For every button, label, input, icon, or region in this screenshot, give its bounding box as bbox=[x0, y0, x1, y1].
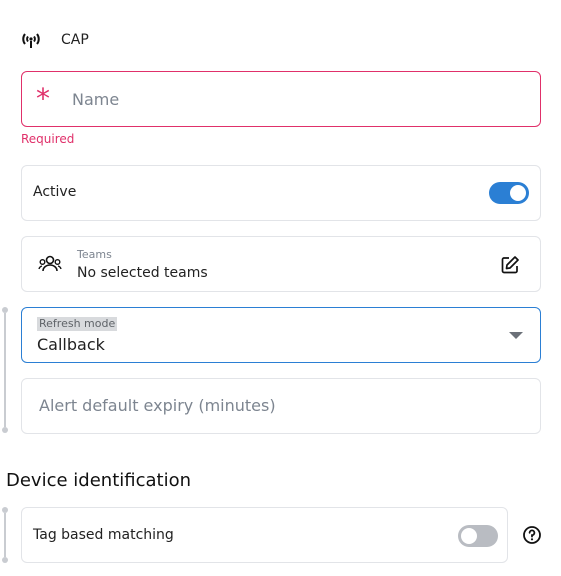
refresh-mode-value: Callback bbox=[37, 335, 105, 354]
tag-matching-row: Tag based matching bbox=[21, 507, 508, 563]
group-rail-dot-bottom bbox=[2, 557, 8, 563]
help-circle-icon[interactable] bbox=[522, 525, 542, 549]
refresh-mode-select[interactable]: Refresh mode Callback bbox=[21, 307, 541, 363]
people-icon bbox=[38, 254, 62, 278]
teams-caption: Teams bbox=[77, 248, 112, 261]
alert-expiry-placeholder: Alert default expiry (minutes) bbox=[39, 396, 276, 415]
active-label: Active bbox=[33, 184, 77, 200]
section-title: Device identification bbox=[6, 470, 191, 491]
chevron-down-icon bbox=[509, 332, 523, 339]
tag-matching-toggle[interactable] bbox=[458, 525, 498, 547]
alert-expiry-input[interactable]: Alert default expiry (minutes) bbox=[21, 378, 541, 434]
teams-row: Teams No selected teams bbox=[21, 236, 541, 292]
active-toggle[interactable] bbox=[489, 182, 529, 204]
refresh-mode-caption: Refresh mode bbox=[37, 317, 118, 331]
teams-value: No selected teams bbox=[77, 265, 208, 281]
name-error-text: Required bbox=[21, 132, 75, 146]
toggle-knob bbox=[461, 528, 477, 544]
header: CAP bbox=[21, 30, 89, 50]
wifi-tethering-icon bbox=[21, 30, 41, 50]
name-placeholder: Name bbox=[72, 90, 120, 109]
active-row: Active bbox=[21, 165, 541, 221]
group-rail bbox=[4, 513, 6, 557]
required-asterisk: * bbox=[36, 82, 50, 115]
group-rail-dot-bottom bbox=[2, 427, 8, 433]
name-input[interactable]: * Name bbox=[21, 71, 541, 127]
group-rail bbox=[4, 313, 6, 427]
toggle-knob bbox=[510, 185, 526, 201]
page-title: CAP bbox=[61, 32, 89, 48]
edit-icon[interactable] bbox=[500, 255, 520, 279]
tag-matching-label: Tag based matching bbox=[33, 527, 174, 543]
